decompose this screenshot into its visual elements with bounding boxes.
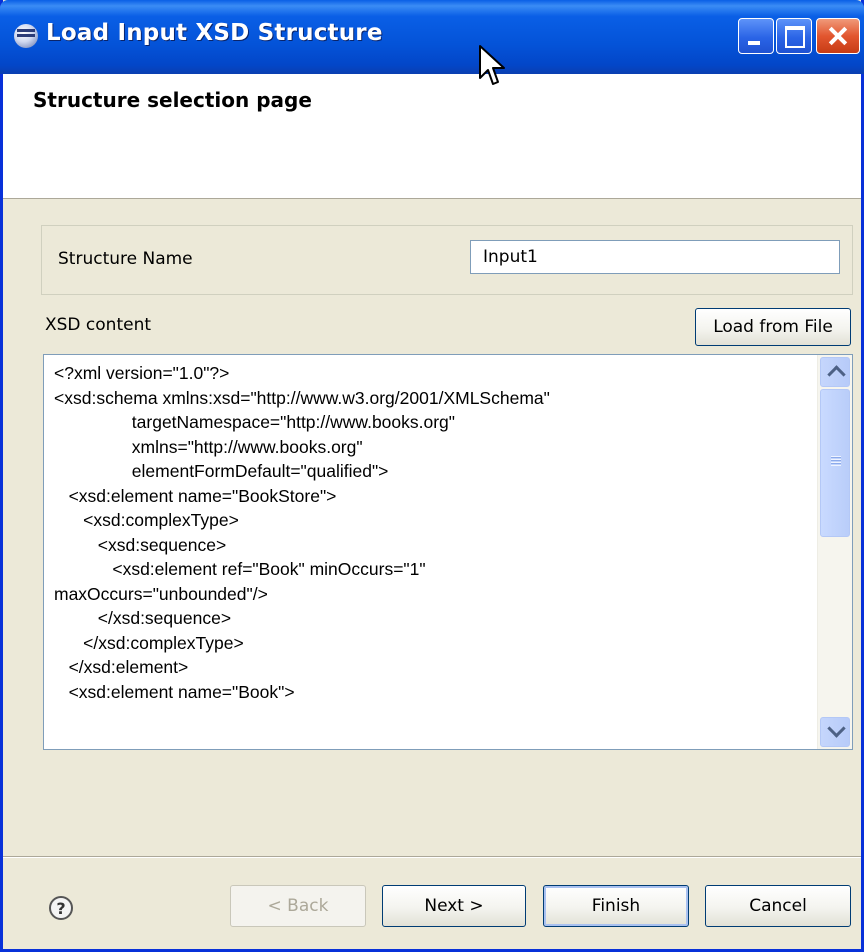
scroll-up-icon[interactable] xyxy=(820,357,850,387)
page-title: Structure selection page xyxy=(33,88,312,112)
xsd-line: <xsd:sequence> xyxy=(54,534,227,555)
minimize-button[interactable] xyxy=(738,18,774,54)
structure-name-input[interactable] xyxy=(470,240,840,274)
footer-separator xyxy=(3,856,861,858)
title-bar[interactable]: Load Input XSD Structure xyxy=(0,0,864,74)
load-from-file-button[interactable]: Load from File xyxy=(695,308,851,346)
scroll-grip-icon xyxy=(831,456,841,466)
xsd-line: </xsd:complexType> xyxy=(54,632,244,653)
scroll-down-icon[interactable] xyxy=(820,717,850,747)
xsd-line: <xsd:schema xmlns:xsd="http://www.w3.org… xyxy=(54,387,550,408)
back-button: < Back xyxy=(230,885,366,927)
xsd-line: </xsd:sequence> xyxy=(54,608,232,628)
xsd-line: targetNamespace="http://www.books.org" xyxy=(54,412,456,432)
dialog-window: Load Input XSD Structure Structure selec… xyxy=(0,0,864,952)
next-button[interactable]: Next > xyxy=(382,885,526,927)
help-icon[interactable]: ? xyxy=(49,896,73,920)
xsd-line: <xsd:element ref="Book" minOccurs="1" xyxy=(54,559,426,579)
xsd-line: maxOccurs="unbounded"/> xyxy=(54,583,268,604)
window-title: Load Input XSD Structure xyxy=(46,20,383,46)
xsd-line: <xsd:element name="BookStore"> xyxy=(54,485,337,506)
structure-name-label: Structure Name xyxy=(58,249,193,269)
xsd-line: elementFormDefault="qualified"> xyxy=(54,461,389,481)
xsd-line: <xsd:complexType> xyxy=(54,510,239,530)
close-button[interactable] xyxy=(816,18,860,54)
vertical-scrollbar[interactable] xyxy=(817,355,852,749)
xsd-content-textarea[interactable]: <?xml version="1.0"?> <xsd:schema xmlns:x… xyxy=(43,354,853,750)
scrollbar-thumb[interactable] xyxy=(820,389,850,537)
eclipse-icon xyxy=(14,24,38,48)
xsd-content-text[interactable]: <?xml version="1.0"?> <xsd:schema xmlns:x… xyxy=(54,361,814,741)
wizard-header: Structure selection page xyxy=(3,74,861,199)
xsd-content-label: XSD content xyxy=(45,315,152,335)
xsd-line: </xsd:element> xyxy=(54,657,189,677)
structure-name-group: Structure Name xyxy=(41,225,853,295)
finish-button[interactable]: Finish xyxy=(543,885,689,927)
xsd-line: <xsd:element name="Book"> xyxy=(54,681,295,702)
xsd-line: xmlns="http://www.books.org" xyxy=(54,436,363,457)
cancel-button[interactable]: Cancel xyxy=(705,885,851,927)
maximize-button[interactable] xyxy=(776,18,812,54)
mouse-pointer-icon xyxy=(479,45,505,85)
xsd-line: <?xml version="1.0"?> xyxy=(54,363,230,383)
